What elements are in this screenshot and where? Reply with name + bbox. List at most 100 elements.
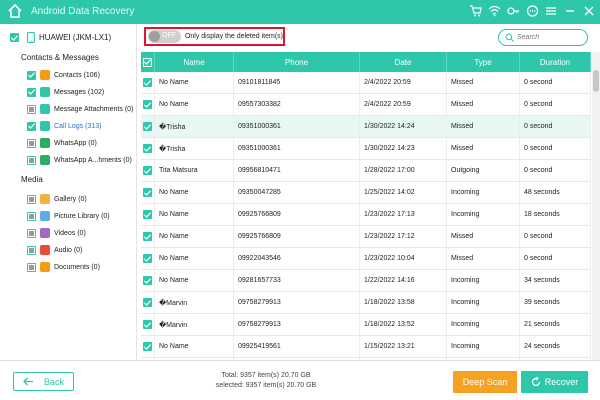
select-all-checkbox[interactable] <box>143 57 152 67</box>
sidebar-item-checkbox[interactable] <box>27 211 36 221</box>
sidebar-item-attachment[interactable]: Message Attachments (0) <box>27 103 133 115</box>
row-checkbox[interactable] <box>143 342 152 351</box>
cart-icon[interactable] <box>468 4 482 18</box>
sidebar-item-whatsapp[interactable]: WhatsApp (0) <box>27 137 97 149</box>
table-row[interactable]: No Name 09922043546 1/23/2022 10:04 Missed 0… <box>141 248 591 270</box>
table-row[interactable]: �Trisha 09351000361 1/30/2022 14:23 Missed 0… <box>141 138 591 160</box>
sidebar-item-checkbox[interactable] <box>27 262 36 272</box>
table-row[interactable]: �Trisha 09351000361 1/30/2022 14:24 Missed 0… <box>141 116 591 138</box>
row-checkbox[interactable] <box>143 100 152 109</box>
row-checkbox-cell[interactable] <box>141 182 155 203</box>
sidebar-item-checkbox[interactable] <box>27 87 36 97</box>
chat-icon[interactable] <box>525 4 539 18</box>
row-checkbox-cell[interactable] <box>141 314 155 335</box>
row-checkbox[interactable] <box>143 320 152 329</box>
row-checkbox[interactable] <box>143 188 152 197</box>
back-button[interactable]: Back <box>13 372 74 391</box>
table-row[interactable]: �Marvin 09758279913 1/18/2022 13:52 Incomin… <box>141 314 591 336</box>
row-checkbox[interactable] <box>143 144 152 153</box>
row-checkbox-cell[interactable] <box>141 226 155 247</box>
row-checkbox-cell[interactable] <box>141 292 155 313</box>
column-header-phone[interactable]: Phone <box>234 52 360 72</box>
sidebar-item-checkbox[interactable] <box>27 70 36 80</box>
table-row[interactable]: �Marvin 09758279913 1/18/2022 13:58 Incomin… <box>141 292 591 314</box>
row-checkbox-cell[interactable] <box>141 116 155 137</box>
table-scrollbar[interactable] <box>592 52 600 360</box>
row-checkbox[interactable] <box>143 210 152 219</box>
cell-date: 2/4/2022 20:59 <box>360 72 447 93</box>
sidebar-item-checkbox[interactable] <box>27 228 36 238</box>
sidebar-item-label: WhatsApp (0) <box>54 139 97 147</box>
table-row[interactable]: No Name 09281657733 1/22/2022 14:16 Incomin… <box>141 270 591 292</box>
device-row[interactable]: HUAWEI (JKM-LX1) <box>10 32 111 43</box>
table-row[interactable]: No Name 09925766809 1/23/2022 17:13 Incomin… <box>141 204 591 226</box>
sidebar-item-checkbox[interactable] <box>27 121 36 131</box>
sidebar-item-whatsapp-attachment[interactable]: WhatsApp A...hments (0) <box>27 154 132 166</box>
minimize-icon[interactable] <box>563 4 577 18</box>
sidebar-item-checkbox[interactable] <box>27 155 36 165</box>
row-checkbox[interactable] <box>143 166 152 175</box>
menu-icon[interactable] <box>544 4 558 18</box>
column-header-type[interactable]: Type <box>447 52 520 72</box>
recover-label: Recover <box>544 377 579 387</box>
row-checkbox[interactable] <box>143 254 152 263</box>
sidebar-item-label: Documents (0) <box>54 263 100 271</box>
row-checkbox-cell[interactable] <box>141 72 155 93</box>
device-name: HUAWEI (JKM-LX1) <box>39 33 112 42</box>
cell-duration: 0 second <box>520 160 591 181</box>
sidebar-item-phone[interactable]: Call Logs (313) <box>27 120 101 132</box>
column-header-duration[interactable]: Duration <box>520 52 591 72</box>
deep-scan-button[interactable]: Deep Scan <box>453 371 517 393</box>
row-checkbox-cell[interactable] <box>141 336 155 357</box>
cell-type: Incoming <box>447 204 520 225</box>
sidebar-item-picture[interactable]: Picture Library (0) <box>27 210 110 222</box>
table-row[interactable]: No Name 09101811845 2/4/2022 20:59 Missed 0 … <box>141 72 591 94</box>
row-checkbox-cell[interactable] <box>141 204 155 225</box>
table-row[interactable]: No Name 09925419561 1/15/2022 13:21 Incomin… <box>141 336 591 358</box>
row-checkbox-cell[interactable] <box>141 94 155 115</box>
column-header-date[interactable]: Date <box>360 52 447 72</box>
sidebar-item-gallery[interactable]: Gallery (0) <box>27 193 87 205</box>
search-input[interactable] <box>517 34 577 41</box>
sidebar-item-contacts[interactable]: Contacts (106) <box>27 69 100 81</box>
cell-date: 1/28/2022 17:00 <box>360 160 447 181</box>
row-checkbox[interactable] <box>143 122 152 131</box>
phone-device-icon <box>27 32 35 43</box>
document-icon <box>40 262 50 272</box>
column-header-name[interactable]: Name <box>155 52 234 72</box>
table-row[interactable]: No Name 09557303382 2/4/2022 20:59 Missed 0 … <box>141 94 591 116</box>
row-checkbox-cell[interactable] <box>141 160 155 181</box>
search-box[interactable] <box>498 29 588 46</box>
wifi-icon[interactable] <box>487 4 501 18</box>
cell-phone: 09925766809 <box>234 226 360 247</box>
sidebar-item-checkbox[interactable] <box>27 245 36 255</box>
table-row[interactable]: No Name 09350047285 1/25/2022 14:02 Incomin… <box>141 182 591 204</box>
row-checkbox-cell[interactable] <box>141 270 155 291</box>
home-icon[interactable] <box>7 3 23 19</box>
row-checkbox[interactable] <box>143 232 152 241</box>
sidebar-item-messages[interactable]: Messages (102) <box>27 86 104 98</box>
sidebar-item-checkbox[interactable] <box>27 194 36 204</box>
close-icon[interactable] <box>582 4 596 18</box>
row-checkbox-cell[interactable] <box>141 138 155 159</box>
sidebar-item-audio[interactable]: Audio (0) <box>27 244 82 256</box>
key-icon[interactable] <box>506 4 520 18</box>
row-checkbox-cell[interactable] <box>141 248 155 269</box>
select-all-cell[interactable] <box>141 52 155 72</box>
sidebar-item-document[interactable]: Documents (0) <box>27 261 100 273</box>
device-checkbox[interactable] <box>10 33 19 42</box>
sidebar-item-label: Messages (102) <box>54 88 105 96</box>
sidebar-item-checkbox[interactable] <box>27 104 36 114</box>
table-row[interactable]: No Name 09925766809 1/23/2022 17:12 Missed 0… <box>141 226 591 248</box>
row-checkbox[interactable] <box>143 276 152 285</box>
sidebar-item-video[interactable]: Videos (0) <box>27 227 86 239</box>
sidebar-item-checkbox[interactable] <box>27 138 36 148</box>
table-row[interactable]: Tita Matsura 09956810471 1/28/2022 17:00 Ou… <box>141 160 591 182</box>
deleted-only-toggle[interactable]: OFF <box>148 30 181 43</box>
scrollbar-thumb[interactable] <box>593 70 599 92</box>
call-log-table: Name Phone Date Type Duration No Name 091… <box>141 52 591 360</box>
row-checkbox[interactable] <box>143 298 152 307</box>
recover-button[interactable]: Recover <box>521 371 588 393</box>
sidebar-item-label: Message Attachments (0) <box>54 105 134 113</box>
row-checkbox[interactable] <box>143 78 152 87</box>
